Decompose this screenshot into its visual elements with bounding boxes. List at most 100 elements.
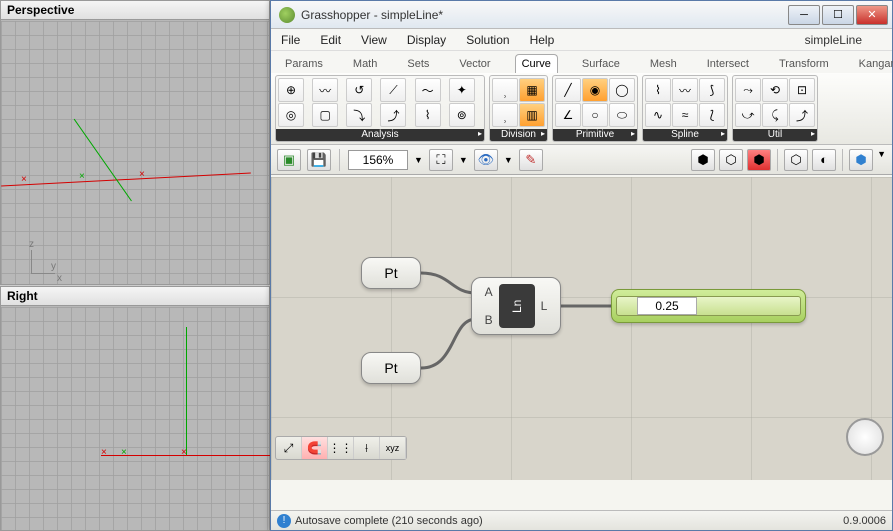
tool-icon[interactable]: ⊕ [278, 78, 304, 102]
node-line-label: Ln [499, 284, 535, 328]
titlebar[interactable]: Grasshopper - simpleLine* ─ ☐ ✕ [271, 1, 892, 29]
ribbon-label[interactable]: Division [490, 129, 547, 141]
tool-icon[interactable]: ⌇ [415, 103, 441, 127]
tool-icon[interactable]: ◉ [582, 78, 608, 102]
dropdown-icon[interactable]: ▼ [459, 155, 468, 165]
menu-file[interactable]: File [281, 33, 300, 47]
tool-icon[interactable]: ⊡ [789, 78, 815, 102]
tool-icon[interactable]: ╱ [555, 78, 581, 102]
tool-icon[interactable]: ↺ [346, 78, 372, 102]
save-button[interactable]: 💾 [307, 149, 331, 171]
tab-vector[interactable]: Vector [453, 55, 496, 73]
ribbon-label[interactable]: Util [733, 129, 817, 141]
align-button[interactable]: ⟊ [354, 437, 380, 459]
shade-button[interactable]: ⬢ [691, 149, 715, 171]
tool-icon[interactable]: ⌇ [645, 78, 671, 102]
tool-icon[interactable]: ⟆ [699, 78, 725, 102]
tool-icon[interactable]: ⤴ [789, 103, 815, 127]
wires [271, 177, 892, 480]
ribbon: ⊕◎ 〰▢ ↺⤵ ⟋⤴ 〜⌇ ✦⊚ Analysis ⸒⸒ ▦▥ Divisio… [271, 73, 892, 145]
dropdown-icon[interactable]: ▼ [877, 149, 886, 171]
shade-button-2[interactable]: ⬡ [719, 149, 743, 171]
node-slider[interactable]: 0.25 [611, 289, 806, 323]
tool-icon[interactable]: ∠ [555, 103, 581, 127]
tool-icon[interactable]: ∿ [645, 103, 671, 127]
tab-sets[interactable]: Sets [401, 55, 435, 73]
tab-params[interactable]: Params [279, 55, 329, 73]
zoom-level[interactable]: 156% [348, 150, 408, 170]
magnet-button[interactable]: 🧲 [302, 437, 328, 459]
menu-solution[interactable]: Solution [466, 33, 509, 47]
ribbon-group-util: ⤳⤻ ⟲⤹ ⊡⤴ Util [732, 75, 818, 142]
node-line[interactable]: AB Ln L [471, 277, 561, 335]
tool-icon[interactable]: ⸒ [492, 103, 518, 127]
menu-view[interactable]: View [361, 33, 387, 47]
tool-icon[interactable]: ⤴ [380, 103, 406, 127]
tab-kangaroo[interactable]: Kangaroo [853, 55, 893, 73]
settings-button[interactable]: ⬢ [849, 149, 873, 171]
close-button[interactable]: ✕ [856, 5, 888, 25]
maximize-button[interactable]: ☐ [822, 5, 854, 25]
port-b[interactable]: B [485, 313, 493, 327]
compass-icon[interactable] [846, 418, 884, 456]
ribbon-label[interactable]: Analysis [276, 129, 484, 141]
tool-icon[interactable]: ⟅ [699, 103, 725, 127]
menu-help[interactable]: Help [530, 33, 555, 47]
port-l[interactable]: L [541, 299, 548, 313]
zoom-dropdown-icon[interactable]: ▼ [414, 155, 423, 165]
tool-icon[interactable]: ◎ [278, 103, 304, 127]
node-point-2[interactable]: Pt [361, 352, 421, 384]
zoom-extents-button[interactable]: ⛶ [429, 149, 453, 171]
menu-display[interactable]: Display [407, 33, 446, 47]
tool-icon[interactable]: ✦ [449, 78, 475, 102]
snap-button[interactable]: ⤢ [276, 437, 302, 459]
tool-icon[interactable]: ⊚ [449, 103, 475, 127]
display-button-2[interactable]: ◐ [812, 149, 836, 171]
slider-value[interactable]: 0.25 [637, 297, 697, 315]
open-button[interactable]: ▣ [277, 149, 301, 171]
tab-math[interactable]: Math [347, 55, 383, 73]
port-a[interactable]: A [485, 285, 493, 299]
tool-icon[interactable]: ○ [582, 103, 608, 127]
tool-icon[interactable]: ⸒ [492, 78, 518, 102]
viewport-right[interactable]: Right × × × [0, 286, 270, 531]
tab-intersect[interactable]: Intersect [701, 55, 755, 73]
tab-mesh[interactable]: Mesh [644, 55, 683, 73]
tab-transform[interactable]: Transform [773, 55, 835, 73]
tool-icon[interactable]: ◯ [609, 78, 635, 102]
preview-off-button[interactable]: ⬢ [747, 149, 771, 171]
dropdown-icon[interactable]: ▼ [504, 155, 513, 165]
tool-icon[interactable]: 〜 [415, 78, 441, 102]
minimize-button[interactable]: ─ [788, 5, 820, 25]
node-point-1[interactable]: Pt [361, 257, 421, 289]
tool-icon[interactable]: 〰 [672, 78, 698, 102]
tool-icon[interactable]: ⟲ [762, 78, 788, 102]
tool-icon[interactable]: ⤹ [762, 103, 788, 127]
grid-snap-button[interactable]: ⋮⋮ [328, 437, 354, 459]
preview-button[interactable]: 👁 [474, 149, 498, 171]
sketch-button[interactable]: ✎ [519, 149, 543, 171]
tool-icon[interactable]: ▢ [312, 103, 338, 127]
tool-icon[interactable]: ▦ [519, 78, 545, 102]
ribbon-label[interactable]: Primitive [553, 129, 637, 141]
ribbon-group-spline: ⌇∿ 〰≈ ⟆⟅ Spline [642, 75, 728, 142]
tool-icon[interactable]: ⟋ [380, 78, 406, 102]
tool-icon[interactable]: ⤳ [735, 78, 761, 102]
document-name: simpleLine [805, 33, 862, 47]
tool-icon[interactable]: ⤻ [735, 103, 761, 127]
display-button[interactable]: ⬡ [784, 149, 808, 171]
tool-icon[interactable]: ≈ [672, 103, 698, 127]
slider-track[interactable]: 0.25 [616, 296, 801, 316]
viewport-perspective[interactable]: Perspective × × × z y x [0, 0, 270, 285]
ribbon-label[interactable]: Spline [643, 129, 727, 141]
xyz-button[interactable]: xyz [380, 437, 406, 459]
tool-icon[interactable]: ▥ [519, 103, 545, 127]
tab-curve[interactable]: Curve [515, 54, 558, 73]
canvas[interactable]: Pt Pt AB Ln L 0.25 ⤢ 🧲 ⋮⋮ ⟊ xyz [271, 177, 892, 480]
tool-icon[interactable]: ⬭ [609, 103, 635, 127]
tool-icon[interactable]: 〰 [312, 78, 338, 102]
tab-surface[interactable]: Surface [576, 55, 626, 73]
status-bar: ! Autosave complete (210 seconds ago) 0.… [271, 510, 892, 530]
tool-icon[interactable]: ⤵ [346, 103, 372, 127]
menu-edit[interactable]: Edit [320, 33, 341, 47]
